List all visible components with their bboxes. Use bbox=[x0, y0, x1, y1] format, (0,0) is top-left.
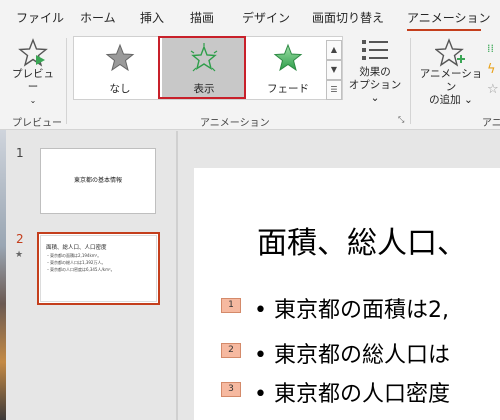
tab-home[interactable]: ホーム bbox=[80, 9, 116, 26]
thumbnail-title: 面積、総人口、人口密度 bbox=[46, 245, 107, 251]
slide-title[interactable]: 面積、総人口、 bbox=[257, 218, 467, 262]
gallery-item-none[interactable]: なし bbox=[78, 37, 162, 99]
gallery-item-fade[interactable]: フェード bbox=[246, 37, 330, 99]
tab-transitions[interactable]: 画面切り替え bbox=[312, 9, 384, 26]
add-animation-button[interactable]: アニメーション の追加 ⌄ bbox=[416, 38, 486, 106]
tab-animations[interactable]: アニメーション bbox=[407, 9, 491, 26]
thumbnail-line: ・東京都の総人口は1,392万人。 bbox=[46, 260, 106, 265]
thumbnail-canvas: 面積、総人口、人口密度 ・東京都の面積は2,194km²。 ・東京都の総人口は1… bbox=[40, 235, 157, 302]
gallery-item-label: フェード bbox=[267, 83, 309, 95]
animation-order-tag[interactable]: 1 bbox=[221, 298, 241, 313]
chevron-down-icon: ⌄ bbox=[29, 96, 37, 105]
slide-number-1: 1 bbox=[16, 146, 24, 160]
animation-order-tag[interactable]: 2 bbox=[221, 343, 241, 358]
slide-thumbnail-2[interactable]: 面積、総人口、人口密度 ・東京都の面積は2,194km²。 ・東京都の総人口は1… bbox=[37, 232, 160, 305]
gallery-scroll-up[interactable]: ▲ bbox=[326, 40, 342, 60]
animation-pane-icon[interactable]: ⁞⁞ bbox=[487, 42, 494, 55]
effect-options-button[interactable]: 効果の オプション ⌄ bbox=[345, 38, 405, 104]
ribbon-tabs: ファイル ホーム 挿入 描画 デザイン 画面切り替え アニメーション bbox=[0, 0, 500, 34]
add-animation-label-1: アニメーション bbox=[419, 68, 483, 93]
tab-insert[interactable]: 挿入 bbox=[140, 9, 164, 26]
star-fade-icon bbox=[273, 43, 303, 72]
effect-options-icon bbox=[362, 40, 388, 60]
gallery-scroll: ▲ ▼ ☰ bbox=[326, 40, 342, 102]
gallery-scroll-down[interactable]: ▼ bbox=[326, 60, 342, 80]
tab-design[interactable]: デザイン bbox=[242, 9, 290, 26]
preview-label: プレビュー bbox=[12, 68, 54, 93]
slide-canvas[interactable]: 面積、総人口、 1 • 東京都の面積は2, 2 • 東京都の総人口は 3 • 東… bbox=[194, 168, 500, 420]
effect-options-label-1: 効果の bbox=[359, 66, 391, 78]
animation-group-label: アニメーション bbox=[200, 118, 270, 129]
trigger-lightning-icon[interactable]: ϟ bbox=[487, 62, 496, 77]
advanced-animation-icons: ⁞⁞ ϟ ☆ bbox=[487, 42, 500, 102]
ribbon: プレビュー ⌄ プレビュー なし 表示 フェード ▲ ▼ ☰ 効果の オプション… bbox=[0, 34, 500, 130]
advanced-group-label: アニメ bbox=[482, 118, 500, 129]
bullet-text[interactable]: • 東京都の総人口は bbox=[254, 337, 450, 369]
slide-number-2: 2 bbox=[16, 232, 24, 246]
active-tab-underline bbox=[407, 29, 481, 31]
effect-options-label-2: オプション ⌄ bbox=[348, 79, 402, 104]
bullet-text[interactable]: • 東京都の人口密度 bbox=[254, 376, 450, 408]
group-separator bbox=[410, 38, 411, 124]
thumbnail-line: ・東京都の人口密度は6,345人/km²。 bbox=[46, 267, 115, 272]
thumbnail-line: ・東京都の面積は2,194km²。 bbox=[46, 253, 102, 258]
star-add-icon bbox=[435, 38, 465, 67]
group-separator bbox=[66, 38, 67, 124]
animation-star-indicator-icon: ★ bbox=[15, 250, 24, 260]
thumbnail-title: 東京都の基本情報 bbox=[73, 177, 122, 184]
animation-order-tag[interactable]: 3 bbox=[221, 382, 241, 397]
dialog-launcher-icon[interactable]: ⤡ bbox=[398, 115, 404, 125]
gallery-selection-highlight bbox=[158, 36, 246, 99]
star-outline-icon bbox=[105, 43, 135, 72]
gallery-item-label: なし bbox=[109, 83, 131, 95]
bullet-text[interactable]: • 東京都の面積は2, bbox=[254, 292, 449, 324]
gallery-more-button[interactable]: ☰ bbox=[326, 80, 342, 100]
slide-thumbnail-1[interactable]: 東京都の基本情報 bbox=[40, 148, 156, 214]
add-animation-label-2: の追加 ⌄ bbox=[429, 94, 473, 106]
preview-group-label: プレビュー bbox=[12, 118, 62, 129]
star-preview-icon bbox=[18, 38, 48, 67]
tab-draw[interactable]: 描画 bbox=[190, 9, 214, 26]
animation-painter-star-icon[interactable]: ☆ bbox=[487, 82, 499, 97]
preview-button[interactable]: プレビュー ⌄ bbox=[8, 38, 58, 105]
tab-file[interactable]: ファイル bbox=[16, 9, 64, 26]
